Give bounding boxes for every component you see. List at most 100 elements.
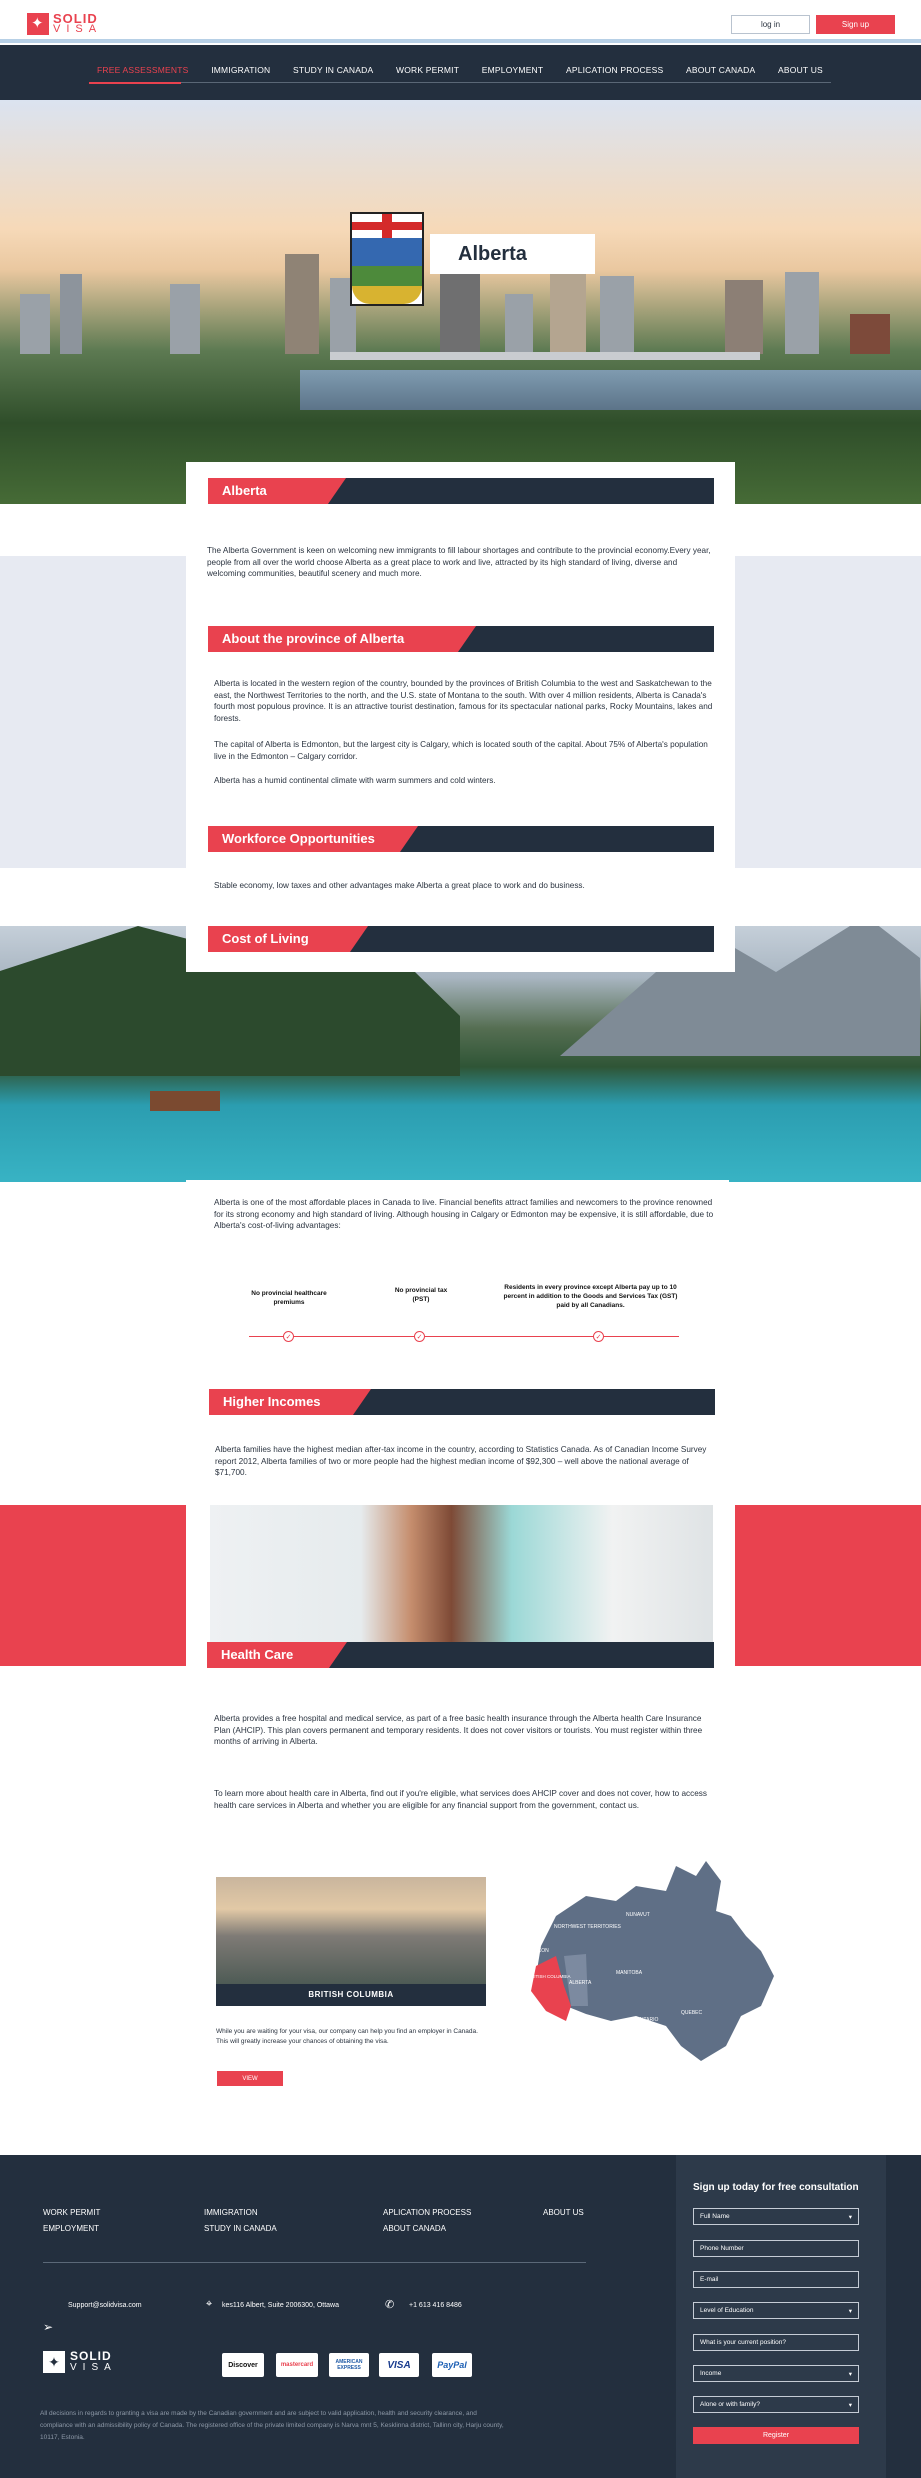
logo-text-top: SOLID: [70, 2349, 112, 2363]
map-label: ALBERTA: [569, 1980, 592, 1986]
workforce-text: Stable economy, low taxes and other adva…: [214, 881, 585, 890]
map-label: MANITOBA: [616, 1970, 643, 1976]
advantage-label: No provincial tax (PST): [394, 1287, 448, 1303]
visa-logo: VISA: [379, 2353, 419, 2377]
map-label: NORTHWEST TERRITORIES: [554, 1924, 622, 1930]
chevron-down-icon: ▾: [848, 2370, 852, 2378]
map-label: NUNAVUT: [626, 1912, 650, 1918]
footer-link-employment[interactable]: EMPLOYMENT: [43, 2224, 99, 2233]
phone-number-field[interactable]: Phone Number: [693, 2240, 859, 2257]
side-panel-right: [735, 556, 921, 868]
logo[interactable]: ✦ SOLID VISA: [27, 10, 117, 38]
logo-text-bottom: VISA: [70, 2362, 117, 2373]
check-icon: ✓: [593, 1331, 604, 1342]
american-express-logo: AMERICAN EXPRESS: [329, 2353, 369, 2377]
discover-logo: Discover: [222, 2353, 264, 2377]
footer-link-about-canada[interactable]: ABOUT CANADA: [383, 2224, 446, 2233]
send-icon: ➢: [43, 2320, 54, 2334]
form-title: Sign up today for free consultation: [693, 2182, 859, 2193]
top-bar: ✦ SOLID VISA log in Sign up: [0, 0, 921, 43]
register-button[interactable]: Register: [693, 2427, 859, 2444]
login-button[interactable]: log in: [731, 15, 810, 34]
footer-divider: [43, 2262, 586, 2263]
check-icon: ✓: [283, 1331, 294, 1342]
province-card-text: While you are waiting for your visa, our…: [216, 2028, 478, 2045]
section-title: About the province of Alberta: [222, 631, 405, 646]
nav-employment[interactable]: EMPLOYMENT: [482, 65, 544, 75]
hero-image: [0, 100, 921, 504]
cost-text: Alberta is one of the most affordable pl…: [214, 1198, 714, 1230]
phone-icon: ✆: [385, 2299, 395, 2311]
nav-free-assessments[interactable]: FREE ASSESSMENTS: [97, 65, 189, 75]
about-paragraph-3: Alberta has a humid continental climate …: [214, 776, 496, 785]
alberta-coat-of-arms: [350, 212, 424, 306]
field-placeholder: What is your current position?: [700, 2339, 786, 2346]
field-placeholder: Phone Number: [700, 2245, 744, 2252]
education-select[interactable]: Level of Education ▾: [693, 2302, 859, 2319]
health-paragraph-2: To learn more about health care in Alber…: [214, 1789, 707, 1810]
section-title: Higher Incomes: [223, 1394, 321, 1409]
field-placeholder: Alone or with family?: [700, 2401, 760, 2408]
income-text: Alberta families have the highest median…: [215, 1445, 707, 1477]
nav-immigration[interactable]: IMMIGRATION: [211, 65, 270, 75]
footer-link-work-permit[interactable]: WORK PERMIT: [43, 2208, 100, 2217]
income-select[interactable]: Income ▾: [693, 2365, 859, 2382]
check-icon: ✓: [414, 1331, 425, 1342]
field-placeholder: Full Name: [700, 2213, 730, 2220]
section-header-workforce: Workforce Opportunities: [208, 826, 714, 852]
section-header-about: About the province of Alberta: [208, 626, 714, 652]
signup-button[interactable]: Sign up: [816, 15, 895, 34]
section-header-cost: Cost of Living: [208, 926, 714, 952]
map-label: QUEBEC: [681, 2010, 703, 2016]
footer-link-aplication-process[interactable]: APLICATION PROCESS: [383, 2208, 471, 2217]
timeline-line: [249, 1336, 679, 1337]
about-paragraph-1: Alberta is located in the western region…: [214, 679, 713, 723]
chevron-down-icon: ▾: [848, 2213, 852, 2221]
view-button[interactable]: VIEW: [217, 2071, 283, 2086]
map-label: BRITISH COLUMBIA: [528, 1974, 571, 1979]
footer-disclaimer: All decisions in regards to granting a v…: [40, 2410, 504, 2441]
paypal-logo: PayPal: [432, 2353, 472, 2377]
nav-aplication-process[interactable]: APLICATION PROCESS: [566, 65, 663, 75]
canada-map[interactable]: NORTHWEST TERRITORIES NUNAVUT YUKON BRIT…: [516, 1856, 778, 2078]
map-label: YUKON: [531, 1948, 549, 1954]
nav-study-in-canada[interactable]: STUDY IN CANADA: [293, 65, 373, 75]
footer-link-study-in-canada[interactable]: STUDY IN CANADA: [204, 2224, 277, 2233]
advantage-label: No provincial healthcare premiums: [251, 1290, 327, 1306]
footer-address: kes116 Albert, Suite 2006300, Ottawa: [222, 2302, 340, 2309]
red-panel-right: [735, 1505, 921, 1666]
british-columbia-image: [216, 1877, 486, 1984]
nav-active-indicator: [89, 82, 181, 84]
footer-link-immigration[interactable]: IMMIGRATION: [204, 2208, 258, 2217]
field-placeholder: Level of Education: [700, 2307, 754, 2314]
email-field[interactable]: E-mail: [693, 2271, 859, 2288]
footer-email[interactable]: Support@solidvisa.com: [68, 2302, 142, 2309]
section-header-income: Higher Incomes: [209, 1389, 715, 1415]
footer-logo[interactable]: ✦ SOLID VISA: [43, 2347, 123, 2377]
chevron-down-icon: ▾: [848, 2401, 852, 2409]
nav-about-canada[interactable]: ABOUT CANADA: [686, 65, 755, 75]
section-header-alberta: Alberta: [208, 478, 714, 504]
nav-about-us[interactable]: ABOUT US: [778, 65, 823, 75]
hero-title: Alberta: [430, 234, 595, 274]
family-select[interactable]: Alone or with family? ▾: [693, 2396, 859, 2413]
nav-work-permit[interactable]: WORK PERMIT: [396, 65, 459, 75]
position-field[interactable]: What is your current position?: [693, 2334, 859, 2351]
section-title: Cost of Living: [222, 931, 309, 946]
section-title: Workforce Opportunities: [222, 831, 375, 846]
province-name: BRITISH COLUMBIA: [216, 1984, 486, 2006]
section-title: Alberta: [222, 483, 267, 498]
chevron-down-icon: ▾: [848, 2307, 852, 2315]
maple-leaf-icon: ✦: [43, 2351, 65, 2373]
mastercard-logo: mastercard: [276, 2353, 318, 2377]
footer-link-about-us[interactable]: ABOUT US: [543, 2208, 584, 2217]
full-name-field[interactable]: Full Name ▾: [693, 2208, 859, 2225]
side-panel-left: [0, 556, 186, 868]
location-pin-icon: ⌖: [206, 2298, 213, 2310]
section-title: Health Care: [221, 1647, 294, 1662]
section-header-health: Health Care: [207, 1642, 714, 1668]
logo-text-bottom: VISA: [53, 23, 103, 35]
health-paragraph-1: Alberta provides a free hospital and med…: [214, 1714, 703, 1746]
alberta-intro-text: The Alberta Government is keen on welcom…: [207, 546, 711, 578]
footer-phone[interactable]: +1 613 416 8486: [409, 2302, 462, 2309]
